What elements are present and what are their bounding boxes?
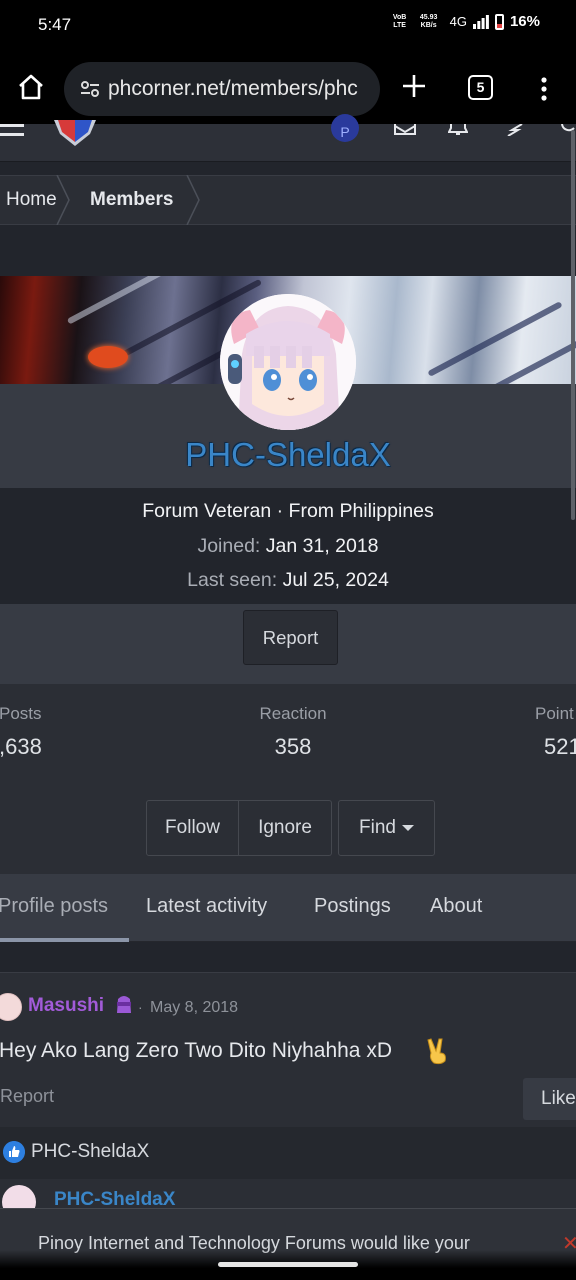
url-text: phcorner.net/members/phc (108, 77, 358, 100)
new-tab-icon[interactable] (400, 72, 428, 100)
tab-profile-posts[interactable]: Profile posts (0, 874, 108, 942)
follow-button[interactable]: Follow (146, 800, 239, 856)
address-bar[interactable]: phcorner.net/members/phc (64, 62, 380, 116)
signal-icon (472, 14, 489, 29)
report-profile-button[interactable]: Report (243, 610, 338, 665)
tab-latest-activity[interactable]: Latest activity (146, 874, 267, 942)
tab-switcher-button[interactable]: 5 (468, 75, 493, 100)
profile-tabs: Profile posts Latest activity Postings A… (0, 874, 576, 942)
reacted-by-user[interactable]: PHC-SheldaX (31, 1141, 149, 1163)
site-settings-icon[interactable] (80, 79, 100, 99)
post-meta-separator: · (138, 999, 143, 1015)
ignore-button[interactable]: Ignore (239, 800, 332, 856)
active-tab-indicator (0, 938, 129, 942)
site-header: P (0, 114, 576, 162)
home-icon[interactable] (16, 72, 46, 102)
stat-reaction-value: 358 (274, 734, 312, 759)
user-avatar-badge[interactable]: P (331, 114, 359, 142)
profile-joined: Joined: Jan 31, 2018 (0, 535, 576, 558)
hamburger-menu-icon[interactable] (0, 124, 26, 140)
profile-post: Masushi · May 8, 2018 Hey Ako Lang Zero … (0, 972, 576, 1219)
find-dropdown-button[interactable]: Find (338, 800, 435, 856)
breadcrumb-separator-icon (56, 175, 70, 225)
breadcrumb-separator-icon (186, 175, 200, 225)
status-icons: VoB LTE 45.93 KB/s 4G 16% (392, 13, 540, 30)
profile-title-line: Forum Veteran · From Philippines (142, 500, 434, 522)
stat-posts-label: Posts (0, 704, 42, 723)
status-bar: 5:47 VoB LTE 45.93 KB/s 4G 16% (0, 0, 576, 52)
last-seen-label: Last seen: (187, 569, 278, 591)
stat-points-value: 521 (544, 734, 576, 759)
chevron-down-icon (401, 825, 414, 831)
profile-actions: Follow Ignore Find (146, 800, 435, 856)
battery-percent: 16% (509, 13, 540, 30)
breadcrumb-members[interactable]: Members (70, 175, 200, 225)
victory-hand-emoji-icon (427, 1038, 446, 1065)
find-button-label: Find (359, 817, 396, 838)
stat-reaction-label: Reaction (259, 704, 327, 723)
profile-username: PHC-SheldaX (185, 436, 391, 473)
breadcrumb-home[interactable]: Home (0, 175, 70, 225)
post-date[interactable]: May 8, 2018 (150, 999, 238, 1017)
more-menu-icon[interactable] (535, 74, 553, 104)
stat-points-label: Point (535, 704, 574, 723)
tab-about[interactable]: About (430, 874, 482, 942)
stat-reaction[interactable]: Reaction 358 (255, 704, 331, 760)
breadcrumb: Home Members (0, 175, 576, 225)
last-seen-value: Jul 25, 2024 (282, 569, 389, 591)
profile-report-row: Report (0, 604, 576, 684)
site-logo-icon[interactable] (52, 120, 98, 148)
network-speed-value: 45.93 (419, 13, 438, 21)
profile-avatar[interactable] (220, 294, 356, 430)
browser-toolbar: phcorner.net/members/phc 5 (0, 52, 576, 124)
stat-posts[interactable]: Posts ,638 (0, 704, 42, 760)
avatar-illustration-icon (220, 294, 356, 430)
tab-postings[interactable]: Postings (314, 874, 391, 942)
page-scrollbar[interactable] (571, 130, 575, 520)
reactions-bar: PHC-SheldaX (0, 1127, 576, 1179)
post-message: Hey Ako Lang Zero Two Dito Niyhahha xD (0, 1039, 392, 1062)
network-type: 4G (449, 14, 467, 29)
stat-points[interactable]: Point 521 (535, 704, 576, 760)
whats-new-icon[interactable] (506, 124, 524, 136)
battery-icon (494, 13, 504, 30)
volte-indicator: VoB LTE (392, 13, 407, 29)
home-gesture-bar[interactable] (218, 1262, 358, 1267)
post-author[interactable]: Masushi (28, 995, 104, 1017)
breadcrumb-members-label: Members (90, 189, 174, 210)
inbox-icon[interactable] (394, 124, 416, 136)
network-speed: 45.93 KB/s (414, 14, 444, 30)
post-report-link[interactable]: Report (0, 1086, 54, 1107)
stat-posts-value: ,638 (0, 734, 42, 759)
bell-icon[interactable] (448, 124, 468, 136)
joined-label: Joined: (197, 535, 261, 557)
thumbs-up-icon (3, 1141, 25, 1163)
breadcrumb-home-label: Home (6, 189, 57, 210)
profile-info: Forum Veteran · From Philippines Joined:… (0, 488, 576, 604)
profile-last-seen: Last seen: Jul 25, 2024 (0, 569, 576, 592)
ninja-badge-icon (117, 996, 131, 1013)
joined-value: Jan 31, 2018 (265, 535, 379, 557)
network-speed-unit: KB/s (420, 21, 437, 29)
status-time: 5:47 (38, 15, 72, 34)
like-button[interactable]: Like (523, 1078, 576, 1120)
post-author-avatar[interactable] (0, 993, 22, 1021)
